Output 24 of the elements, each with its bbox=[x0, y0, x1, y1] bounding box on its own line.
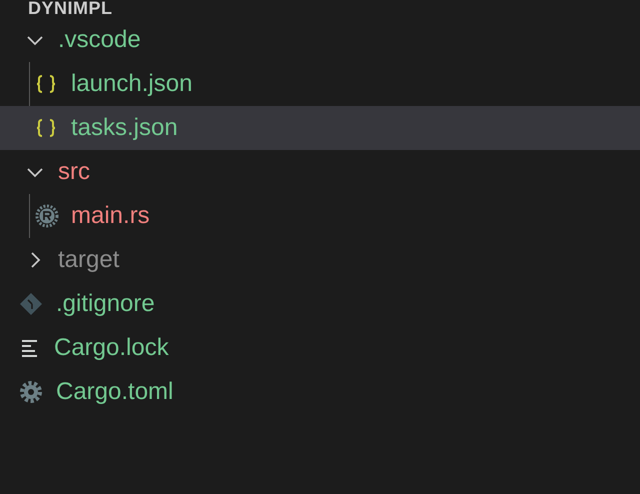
explorer-title: DYNIMPL bbox=[27, 0, 114, 18]
tree-item[interactable]: src bbox=[0, 150, 640, 194]
gear-icon bbox=[19, 380, 43, 404]
braces-icon bbox=[35, 73, 57, 95]
file-name: .vscode bbox=[58, 26, 141, 54]
file-name: Cargo.toml bbox=[56, 378, 174, 406]
file-name: src bbox=[58, 158, 90, 186]
file-name: Cargo.lock bbox=[54, 334, 169, 362]
file-name: tasks.json bbox=[71, 114, 178, 142]
file-name: main.rs bbox=[71, 202, 150, 230]
diamond-icon bbox=[19, 292, 43, 316]
gear-r-icon bbox=[35, 204, 59, 228]
braces-icon bbox=[35, 117, 57, 139]
tree-item[interactable]: launch.json bbox=[0, 62, 640, 106]
tree-item[interactable]: .gitignore bbox=[0, 282, 640, 326]
file-name: target bbox=[58, 246, 120, 274]
tree-item[interactable]: Cargo.toml bbox=[0, 370, 640, 414]
tree-item[interactable]: target bbox=[0, 238, 640, 282]
tree-item[interactable]: .vscode bbox=[0, 18, 640, 62]
file-name: .gitignore bbox=[56, 290, 155, 318]
tree-item[interactable]: Cargo.lock bbox=[0, 326, 640, 370]
tree-item[interactable]: tasks.json bbox=[0, 106, 640, 150]
tree-item[interactable]: main.rs bbox=[0, 194, 640, 238]
file-name: launch.json bbox=[71, 70, 192, 98]
